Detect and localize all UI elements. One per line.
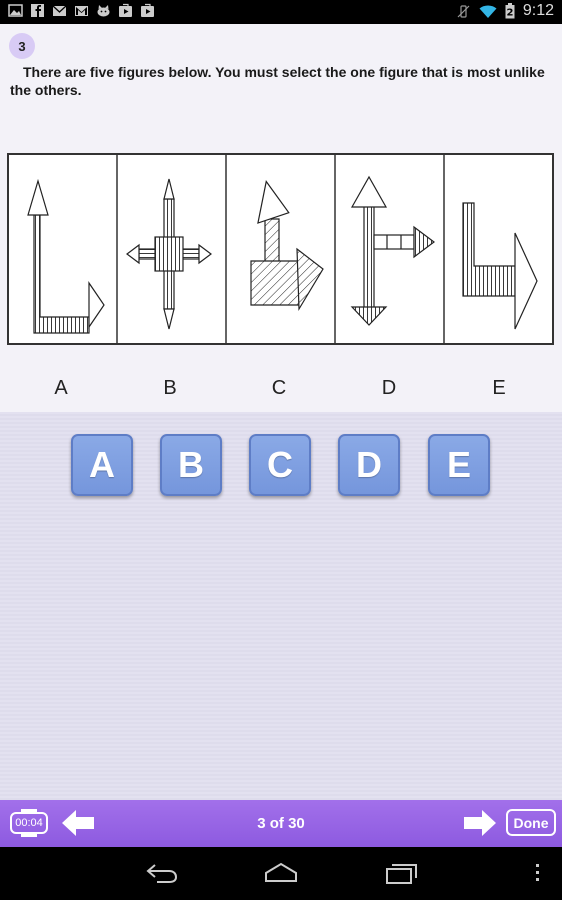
answer-button-d[interactable]: D <box>338 434 400 496</box>
answer-button-e[interactable]: E <box>428 434 490 496</box>
gmail-icon <box>75 6 88 16</box>
figure-label-d: D <box>381 377 397 399</box>
facebook-icon <box>31 4 44 17</box>
status-time: 9:12 <box>522 2 554 19</box>
question-number-badge: 3 <box>9 33 35 59</box>
nav-bar <box>0 847 562 900</box>
wifi-icon <box>479 5 497 18</box>
overflow-menu-icon[interactable] <box>534 861 542 885</box>
home-icon[interactable] <box>264 861 298 885</box>
answer-area: A B C D E <box>0 412 562 800</box>
next-arrow-icon[interactable] <box>464 810 496 836</box>
image-icon <box>8 4 23 17</box>
status-bar: 2 9:12 <box>0 0 562 24</box>
battery-icon: 2 <box>505 3 515 19</box>
svg-text:2: 2 <box>506 8 513 19</box>
figure-label-a: A <box>54 377 68 399</box>
play-store-icon <box>141 3 154 17</box>
figure-label-c: C <box>271 377 287 399</box>
figure-label-b: B <box>163 377 177 399</box>
figure-label-e: E <box>492 377 506 399</box>
mail-icon <box>52 5 67 16</box>
android-cat-icon <box>97 5 110 17</box>
answer-button-a[interactable]: A <box>71 434 133 496</box>
question-area: 3 There are five figures below. You must… <box>0 24 562 412</box>
answer-button-b[interactable]: B <box>160 434 222 496</box>
play-store-icon <box>119 3 132 17</box>
answer-button-c[interactable]: C <box>249 434 311 496</box>
done-button[interactable]: Done <box>506 809 556 836</box>
question-text: There are five figures below. You must s… <box>10 64 545 98</box>
recent-apps-icon[interactable] <box>385 861 419 885</box>
figures-strip <box>7 153 554 345</box>
bottom-toolbar: 00:04 3 of 30 Done <box>0 800 562 847</box>
back-icon[interactable] <box>145 861 179 885</box>
vibrate-off-icon <box>457 4 470 18</box>
